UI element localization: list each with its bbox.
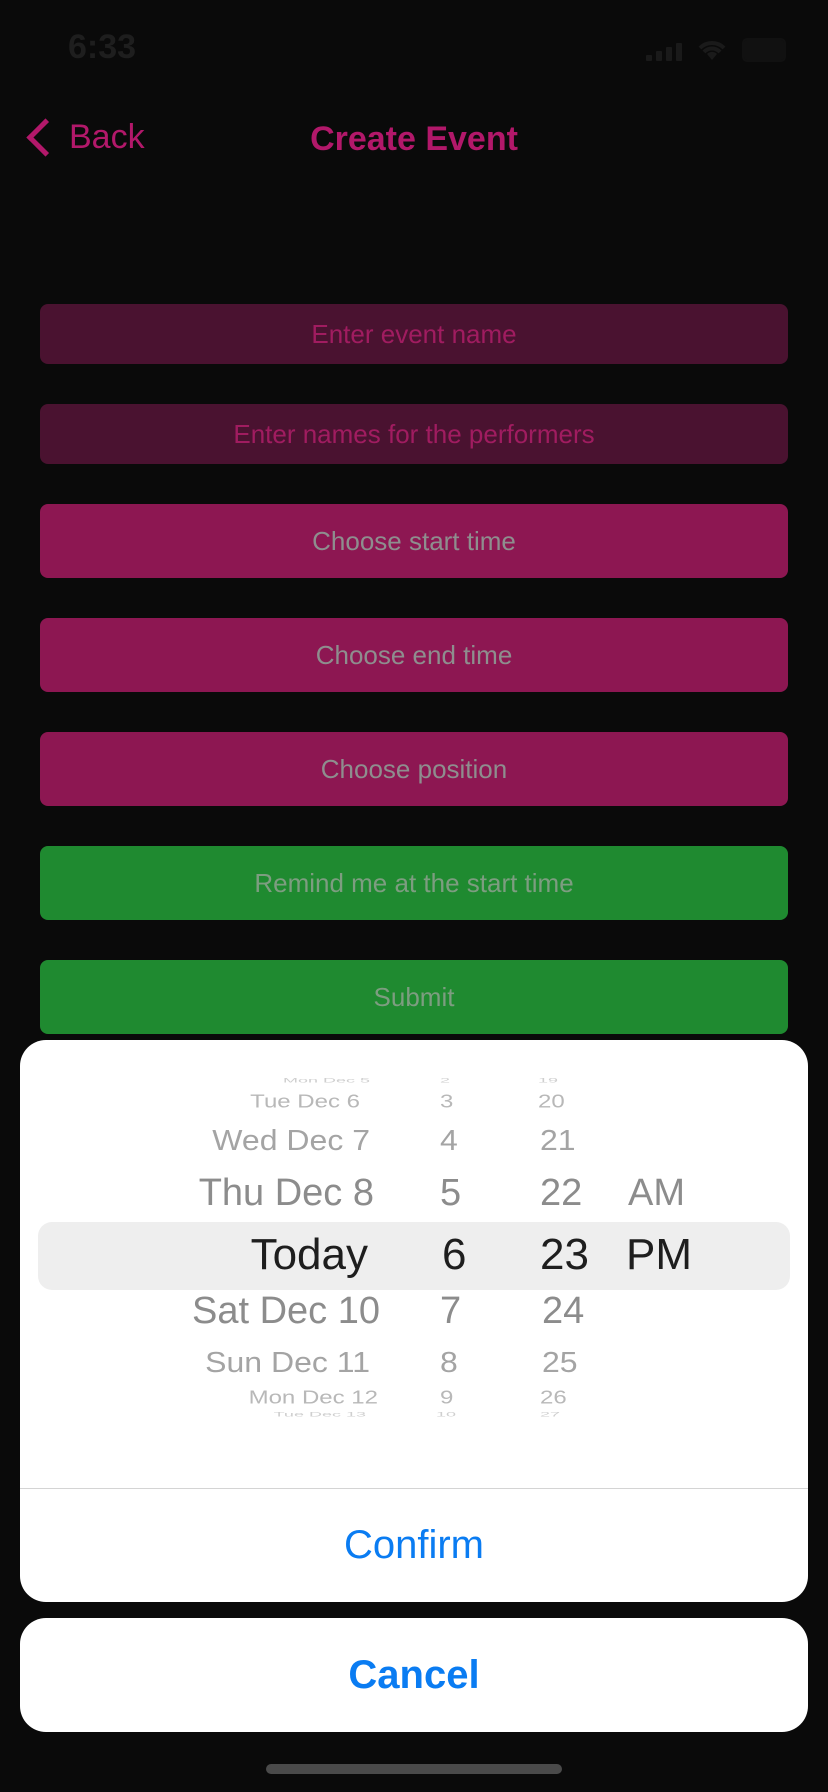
date-option: Wed Dec 7 xyxy=(212,1123,370,1157)
performers-input[interactable] xyxy=(40,404,788,464)
hour-option: 8 xyxy=(440,1345,458,1379)
battery-icon xyxy=(742,38,786,62)
cellular-signal-icon xyxy=(646,39,682,61)
submit-button[interactable]: Submit xyxy=(40,960,788,1034)
minute-option: 26 xyxy=(540,1387,567,1408)
minute-option: 27 xyxy=(540,1410,561,1418)
minute-option: 24 xyxy=(542,1290,585,1332)
status-icons xyxy=(646,38,786,62)
date-option: Tue Dec 13 xyxy=(273,1410,366,1418)
date-option: Tue Dec 6 xyxy=(250,1091,360,1112)
minute-wheel[interactable]: 19 20 21 22 23 24 25 26 27 xyxy=(520,1040,610,1440)
ampm-wheel[interactable]: AM PM xyxy=(620,1040,740,1440)
date-option: Thu Dec 8 xyxy=(198,1172,374,1214)
hour-option: 9 xyxy=(440,1387,454,1408)
remind-me-button[interactable]: Remind me at the start time xyxy=(40,846,788,920)
hour-option: 2 xyxy=(440,1076,451,1084)
choose-position-label: Choose position xyxy=(320,753,508,784)
confirm-button[interactable]: Confirm xyxy=(20,1489,808,1602)
choose-position-button[interactable]: Choose position xyxy=(40,732,788,806)
date-option: Mon Dec 12 xyxy=(248,1387,378,1408)
choose-end-time-label: Choose end time xyxy=(315,639,513,670)
minute-option: 22 xyxy=(540,1172,583,1214)
home-indicator xyxy=(266,1764,562,1774)
date-option: Sat Dec 10 xyxy=(192,1290,380,1332)
status-bar: 6:33 xyxy=(0,0,828,100)
hour-option: 5 xyxy=(440,1172,462,1214)
minute-option: 19 xyxy=(538,1076,559,1084)
cancel-label: Cancel xyxy=(348,1652,480,1697)
event-name-input[interactable] xyxy=(40,304,788,364)
minute-option-selected: 23 xyxy=(540,1230,589,1279)
remind-me-label: Remind me at the start time xyxy=(254,867,574,898)
wifi-icon xyxy=(698,41,726,60)
date-option: Mon Dec 5 xyxy=(282,1076,370,1084)
hour-option: 4 xyxy=(440,1123,458,1157)
ampm-option: AM xyxy=(628,1172,685,1214)
page-title: Create Event xyxy=(310,120,518,158)
hour-option: 10 xyxy=(436,1410,457,1418)
date-wheel[interactable]: Mon Dec 5 Tue Dec 6 Wed Dec 7 Thu Dec 8 … xyxy=(20,1040,380,1440)
hour-option: 3 xyxy=(440,1091,454,1112)
minute-option: 21 xyxy=(540,1123,576,1157)
date-option: Sun Dec 11 xyxy=(205,1345,370,1379)
hour-option: 7 xyxy=(440,1290,462,1332)
hour-option-selected: 6 xyxy=(442,1230,467,1279)
minute-option: 20 xyxy=(538,1091,565,1112)
ampm-option-selected: PM xyxy=(626,1230,692,1279)
hour-wheel[interactable]: 2 3 4 5 6 7 8 9 10 xyxy=(420,1040,500,1440)
choose-start-time-button[interactable]: Choose start time xyxy=(40,504,788,578)
date-option-selected: Today xyxy=(250,1230,368,1279)
cancel-button[interactable]: Cancel xyxy=(20,1618,808,1732)
submit-label: Submit xyxy=(373,981,455,1012)
minute-option: 25 xyxy=(542,1345,578,1379)
choose-start-time-label: Choose start time xyxy=(312,525,516,556)
navigation-bar: Back Create Event xyxy=(0,100,828,180)
date-picker-sheet: Mon Dec 5 Tue Dec 6 Wed Dec 7 Thu Dec 8 … xyxy=(20,1040,808,1602)
status-time: 6:33 xyxy=(68,28,137,66)
confirm-label: Confirm xyxy=(343,1523,485,1567)
choose-end-time-button[interactable]: Choose end time xyxy=(40,618,788,692)
